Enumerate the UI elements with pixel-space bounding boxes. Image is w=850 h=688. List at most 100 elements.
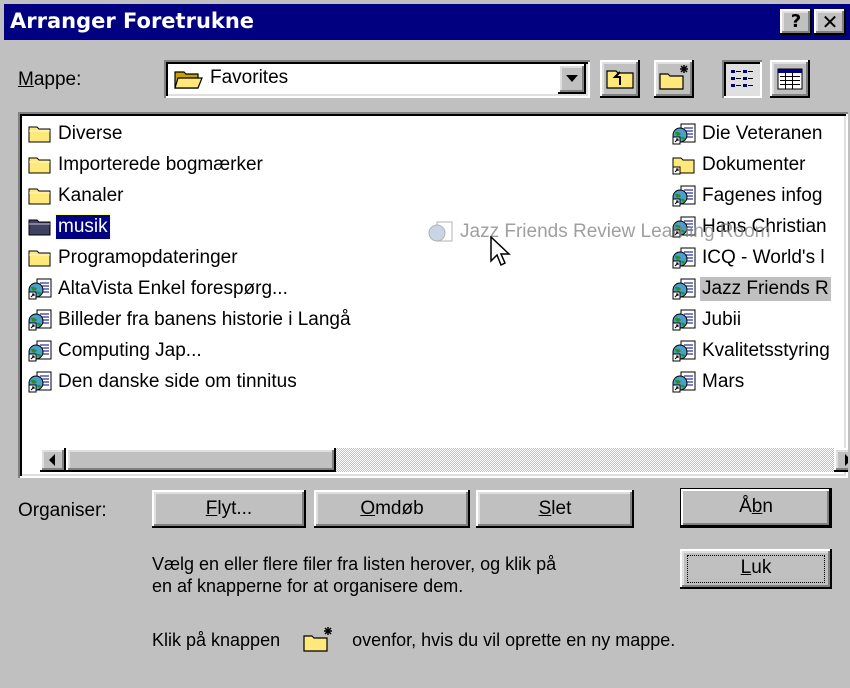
list-item-label: musik [55, 213, 111, 240]
list-item[interactable]: Billeder fra banens historie i Langå [24, 304, 353, 335]
horizontal-scrollbar[interactable] [40, 448, 848, 472]
scroll-thumb[interactable] [66, 448, 336, 472]
list-view-button[interactable] [722, 60, 762, 98]
close-dialog-button-label: Luk [741, 557, 772, 578]
internet-shortcut-icon [672, 185, 696, 206]
list-column-right: Die Veteranen Dokumenter Fagenes infog Hans… [668, 118, 832, 397]
list-item-label: Kvalitetsstyring [702, 339, 830, 361]
folder-label: Mappe: [18, 69, 81, 91]
folder-label-mnemonic: M [18, 69, 34, 90]
organize-label: Organiser: [18, 500, 107, 521]
open-button-label: Åbn [739, 496, 773, 517]
open-folder-icon [174, 71, 203, 89]
list-item[interactable]: Mars [668, 366, 832, 397]
list-column-left: Diverse Importerede bogmærker Kanaler musik… [24, 118, 353, 397]
window-title: Arranger Foretrukne [10, 9, 255, 33]
delete-button-label-rest: let [551, 498, 572, 519]
list-item-label: Die Veteranen [702, 122, 823, 144]
internet-shortcut-icon [672, 278, 696, 299]
list-item[interactable]: Den danske side om tinnitus [24, 366, 353, 397]
list-item[interactable]: Jazz Friends R [668, 273, 832, 304]
favorites-list[interactable]: Diverse Importerede bogmærker Kanaler musik… [18, 112, 848, 478]
up-one-level-button[interactable] [600, 60, 640, 98]
open-button-label-rest: n [762, 496, 773, 517]
close-dialog-button-label-mnemonic: L [740, 557, 752, 578]
list-item[interactable]: Diverse [24, 118, 353, 149]
organize-favorites-dialog: Arranger Foretrukne ? ✕ Mappe: Favorites [0, 0, 850, 688]
list-item[interactable]: Importerede bogmærker [24, 149, 353, 180]
rename-button-label: Omdøb [360, 498, 423, 519]
new-folder-button[interactable] [654, 60, 694, 98]
move-button-label-rest: lyt... [217, 498, 253, 519]
list-item-label: Jubii [702, 308, 742, 330]
list-item[interactable]: Kvalitetsstyring [668, 335, 832, 366]
hint-text-before: Klik på knappen [152, 630, 281, 650]
internet-shortcut-icon [28, 278, 52, 299]
open-button-label-start: Å [739, 496, 752, 517]
list-item[interactable]: Die Veteranen [668, 118, 832, 149]
chevron-down-icon [566, 75, 578, 82]
arrow-right-icon [845, 454, 848, 466]
new-folder-icon [303, 627, 333, 652]
open-button[interactable]: Åbn [680, 488, 832, 528]
open-button-label-mnemonic: b [751, 496, 763, 517]
list-item-label: Importerede bogmærker [58, 153, 263, 175]
help-button[interactable]: ? [780, 9, 812, 35]
list-item-label: Mars [702, 370, 745, 392]
list-item-label: Fagenes infog [702, 184, 823, 206]
folder-icon [28, 250, 51, 266]
rename-button-label-rest: mdøb [375, 498, 424, 519]
list-item-label: Dokumenter [702, 153, 806, 175]
list-item[interactable]: Kanaler [24, 180, 353, 211]
list-item-label: Jazz Friends R [700, 276, 831, 301]
instructions-text: Vælg en eller flere filer fra listen her… [152, 553, 556, 597]
list-item-label: AltaVista Enkel forespørg... [58, 277, 288, 299]
close-dialog-button[interactable]: Luk [680, 549, 832, 589]
list-item[interactable]: Dokumenter [668, 149, 832, 180]
folder-combo-value: Favorites [210, 67, 289, 88]
move-button[interactable]: Flyt... [152, 490, 306, 528]
drag-ghost: Jazz Friends Review Learning Room [428, 220, 770, 244]
internet-shortcut-icon [672, 247, 696, 268]
instructions-line-1: Vælg en eller flere filer fra listen her… [152, 554, 557, 574]
rename-button-label-mnemonic: O [360, 498, 376, 519]
folder-combo[interactable]: Favorites [164, 60, 590, 98]
new-folder-icon [659, 65, 688, 90]
list-item[interactable]: musik [24, 211, 353, 242]
title-bar[interactable]: Arranger Foretrukne ? ✕ [4, 4, 850, 40]
list-view-icon [731, 70, 753, 87]
list-item[interactable]: AltaVista Enkel forespørg... [24, 273, 353, 304]
folder-combo-dropdown-button[interactable] [558, 64, 586, 94]
internet-shortcut-icon [672, 309, 696, 330]
scroll-left-button[interactable] [40, 448, 66, 472]
list-item[interactable]: Programopdateringer [24, 242, 353, 273]
details-view-button[interactable] [770, 60, 810, 98]
list-item[interactable]: Jubii [668, 304, 832, 335]
rename-button[interactable]: Omdøb [314, 490, 470, 528]
internet-shortcut-icon [28, 309, 52, 330]
delete-button[interactable]: Slet [476, 490, 634, 528]
close-button[interactable]: ✕ [814, 9, 846, 35]
internet-shortcut-icon [672, 123, 696, 144]
folder-icon [28, 126, 51, 142]
list-item-label: Computing Jap... [58, 339, 202, 361]
arrow-left-icon [49, 454, 55, 466]
list-item[interactable]: ICQ - World's l [668, 242, 832, 273]
internet-shortcut-icon [672, 340, 696, 361]
list-item-label: Den danske side om tinnitus [58, 370, 297, 392]
folder-icon [28, 188, 51, 204]
list-item-label: Kanaler [58, 184, 124, 206]
folder-icon [28, 219, 51, 235]
list-item[interactable]: Fagenes infog [668, 180, 832, 211]
scroll-right-button[interactable] [834, 448, 848, 472]
move-button-label-mnemonic: F [205, 498, 218, 519]
list-item[interactable]: Computing Jap... [24, 335, 353, 366]
up-one-level-icon [606, 70, 634, 89]
mouse-pointer-icon [490, 236, 511, 267]
list-item-label: Programopdateringer [58, 246, 238, 268]
folder-icon [28, 157, 51, 173]
folder-label-rest: appe: [33, 69, 82, 90]
hint-text-after: ovenfor, hvis du vil oprette en ny mappe… [352, 630, 676, 650]
list-item-label: ICQ - World's l [702, 246, 825, 268]
delete-button-label-mnemonic: S [538, 498, 552, 519]
